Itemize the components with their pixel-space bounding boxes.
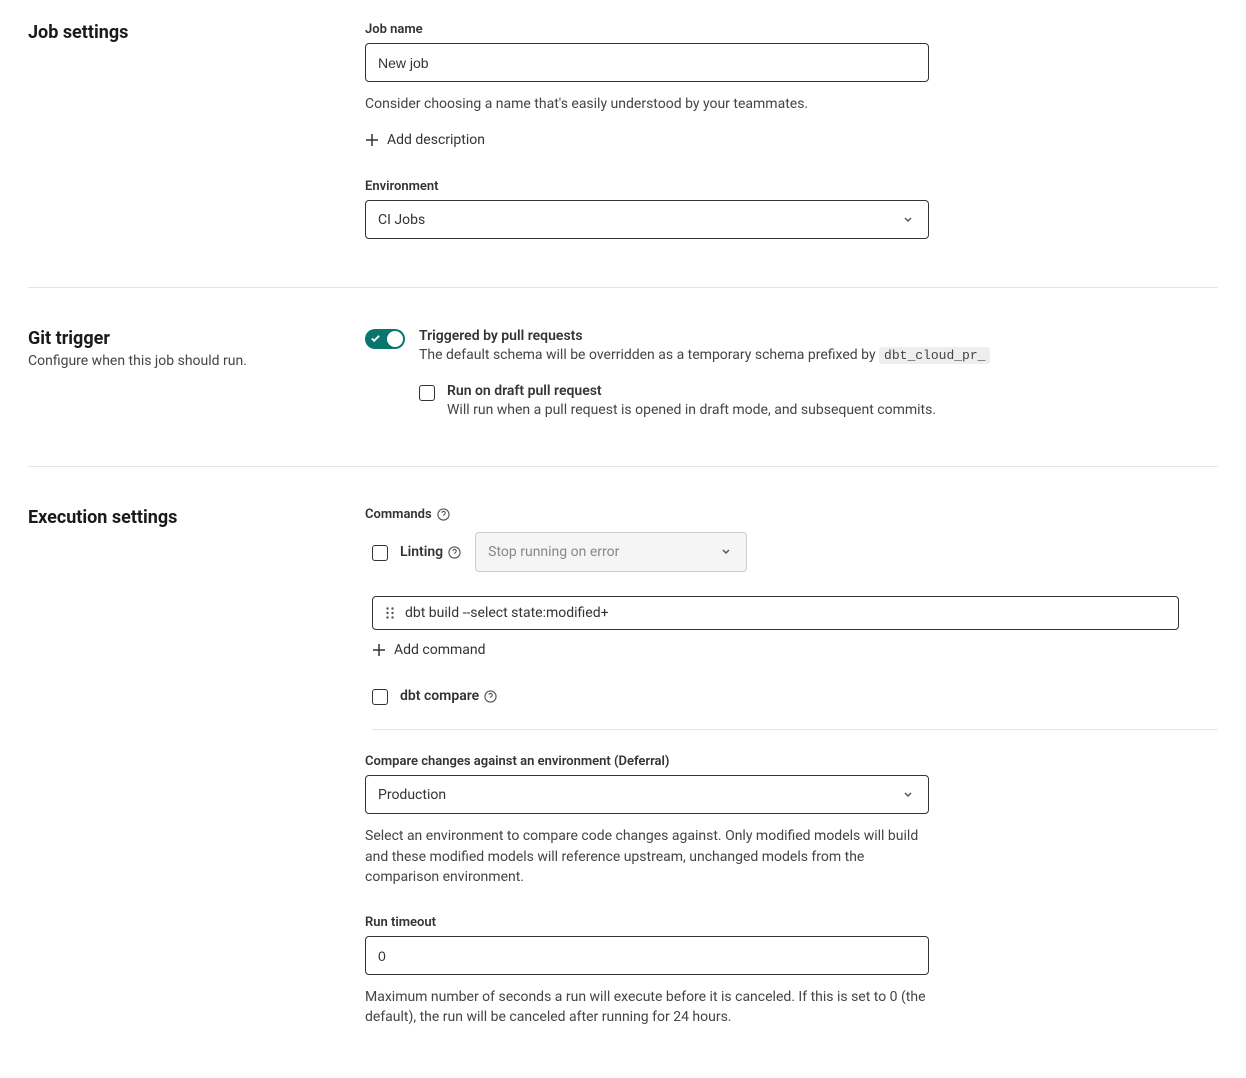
linting-label: Linting — [400, 544, 443, 560]
linting-select-value: Stop running on error — [488, 544, 619, 560]
job-name-label: Job name — [365, 22, 1218, 37]
add-command-button[interactable]: Add command — [372, 642, 486, 658]
git-trigger-section: Git trigger Configure when this job shou… — [28, 287, 1218, 466]
run-draft-desc: Will run when a pull request is opened i… — [447, 402, 936, 418]
job-settings-section: Job settings Job name Consider choosing … — [28, 18, 1218, 287]
run-draft-checkbox[interactable] — [419, 385, 435, 401]
plus-icon — [372, 643, 386, 657]
linting-checkbox[interactable] — [372, 545, 388, 561]
run-draft-row: Run on draft pull request Will run when … — [419, 383, 990, 418]
deferral-value: Production — [378, 787, 446, 803]
add-description-label: Add description — [387, 132, 485, 148]
timeout-label: Run timeout — [365, 915, 1218, 930]
job-name-helper: Consider choosing a name that's easily u… — [365, 94, 929, 114]
check-icon — [370, 332, 383, 345]
help-icon[interactable] — [448, 546, 461, 559]
dbt-compare-row: dbt compare — [372, 687, 1218, 730]
deferral-label: Compare changes against an environment (… — [365, 754, 1218, 769]
timeout-input[interactable] — [365, 936, 929, 975]
triggered-by-pr-toggle[interactable] — [365, 329, 405, 349]
environment-select[interactable]: CI Jobs — [365, 200, 929, 239]
job-settings-left: Job settings — [28, 22, 365, 239]
job-settings-right: Job name Consider choosing a name that's… — [365, 22, 1218, 239]
triggered-by-pr-text: Triggered by pull requests The default s… — [419, 328, 990, 418]
help-icon[interactable] — [437, 508, 450, 521]
triggered-by-pr-label: Triggered by pull requests — [419, 328, 990, 344]
chevron-down-icon — [720, 545, 734, 559]
execution-left: Execution settings — [28, 507, 365, 1027]
timeout-field: Run timeout Maximum number of seconds a … — [365, 915, 1218, 1028]
dbt-compare-label: dbt compare — [400, 688, 479, 704]
triggered-desc-prefix: The default schema will be overridden as… — [419, 347, 879, 363]
deferral-helper: Select an environment to compare code ch… — [365, 826, 929, 887]
environment-field: Environment CI Jobs — [365, 179, 1218, 239]
toggle-knob — [387, 331, 403, 347]
command-text: dbt build --select state:modified+ — [405, 605, 609, 621]
linting-checkbox-group: Linting — [372, 543, 461, 561]
add-description-button[interactable]: Add description — [365, 132, 485, 148]
linting-select[interactable]: Stop running on error — [475, 532, 747, 572]
git-trigger-subtitle: Configure when this job should run. — [28, 353, 365, 369]
job-settings-title: Job settings — [28, 22, 365, 43]
execution-section: Execution settings Commands Linting Stop… — [28, 466, 1218, 1037]
commands-label-row: Commands — [365, 507, 1218, 522]
chevron-down-icon — [902, 213, 916, 227]
chevron-down-icon — [902, 788, 916, 802]
git-trigger-left: Git trigger Configure when this job shou… — [28, 328, 365, 418]
environment-label: Environment — [365, 179, 1218, 194]
plus-icon — [365, 133, 379, 147]
execution-title: Execution settings — [28, 507, 365, 528]
triggered-desc-code: dbt_cloud_pr_ — [879, 347, 990, 364]
triggered-by-pr-desc: The default schema will be overridden as… — [419, 347, 990, 363]
run-draft-text: Run on draft pull request Will run when … — [447, 383, 936, 418]
command-row[interactable]: dbt build --select state:modified+ — [372, 596, 1179, 630]
job-name-input[interactable] — [365, 43, 929, 82]
triggered-by-pr-row: Triggered by pull requests The default s… — [365, 328, 1218, 418]
help-icon[interactable] — [484, 690, 497, 703]
dbt-compare-checkbox[interactable] — [372, 689, 388, 705]
git-trigger-title: Git trigger — [28, 328, 365, 349]
add-command-label: Add command — [394, 642, 486, 658]
timeout-helper: Maximum number of seconds a run will exe… — [365, 987, 929, 1028]
execution-right: Commands Linting Stop running on error — [365, 507, 1218, 1027]
drag-handle-icon[interactable] — [385, 606, 395, 620]
deferral-select[interactable]: Production — [365, 775, 929, 814]
commands-label: Commands — [365, 507, 432, 522]
run-draft-label: Run on draft pull request — [447, 383, 936, 399]
environment-value: CI Jobs — [378, 212, 425, 228]
git-trigger-right: Triggered by pull requests The default s… — [365, 328, 1218, 418]
linting-row: Linting Stop running on error — [372, 532, 1218, 572]
deferral-field: Compare changes against an environment (… — [365, 754, 1218, 887]
